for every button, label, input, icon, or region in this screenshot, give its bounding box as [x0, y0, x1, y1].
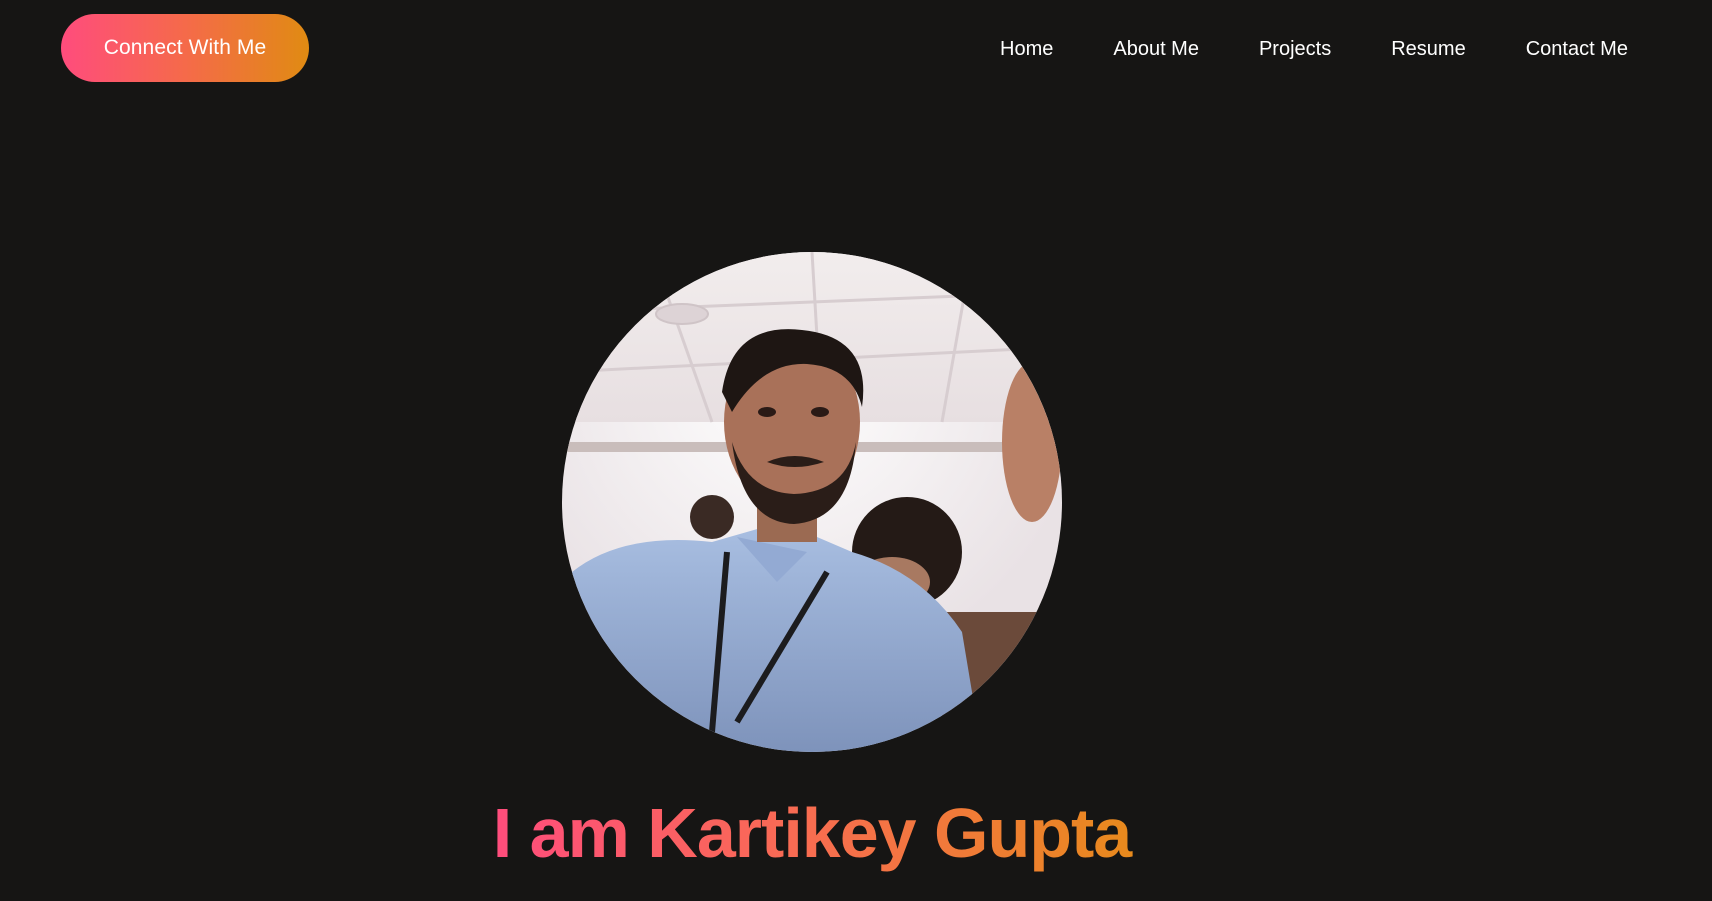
- nav-links: Home About Me Projects Resume Contact Me: [1000, 34, 1628, 64]
- nav-item-resume[interactable]: Resume: [1391, 38, 1465, 61]
- nav-item-contact-me[interactable]: Contact Me: [1526, 38, 1628, 61]
- profile-photo: [562, 252, 1062, 752]
- nav-item-projects[interactable]: Projects: [1259, 38, 1331, 61]
- nav-item-about-me[interactable]: About Me: [1113, 38, 1199, 61]
- connect-with-me-button[interactable]: Connect With Me: [61, 14, 309, 82]
- hero-title: I am Kartikey Gupta: [0, 790, 1624, 876]
- nav-item-home[interactable]: Home: [1000, 38, 1053, 61]
- navbar: Connect With Me Home About Me Projects R…: [0, 0, 1712, 100]
- hero-title-text: I am Kartikey Gupta: [489, 794, 1135, 872]
- portfolio-page: Connect With Me Home About Me Projects R…: [0, 0, 1712, 901]
